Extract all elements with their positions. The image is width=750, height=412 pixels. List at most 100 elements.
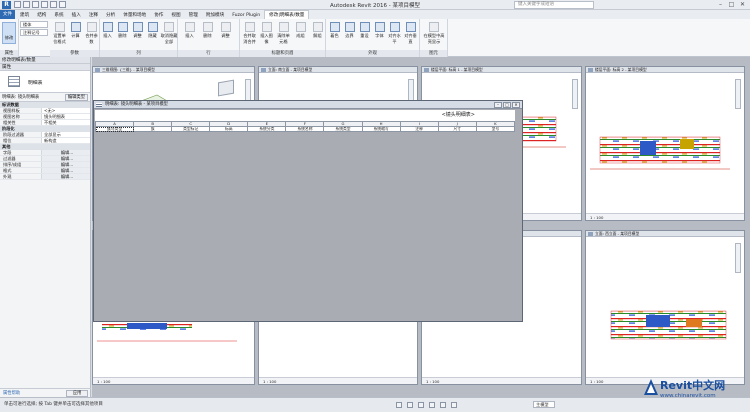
minimize-button[interactable]: – <box>494 102 502 108</box>
button-label: 插入图像 <box>260 33 273 44</box>
shading-button[interactable]: 着色 <box>327 22 342 39</box>
modify-button[interactable]: 修改 <box>2 22 16 44</box>
tab-manage[interactable]: 管理 <box>185 11 202 19</box>
calculate-icon <box>70 22 81 32</box>
view-window-level-2[interactable]: 楼层平面: 标高 2 - 某项目模型 1 : 100 <box>585 66 745 221</box>
combine-parameters-button[interactable]: 合并参数 <box>84 22 99 45</box>
select-underlay-icon[interactable] <box>429 402 435 408</box>
column-header[interactable]: 类型标记 <box>171 126 211 132</box>
borders-button[interactable]: 边界 <box>342 22 357 39</box>
align-vertical-button[interactable]: 对齐垂直 <box>403 22 418 45</box>
tab-collaborate[interactable]: 协作 <box>150 11 167 19</box>
property-edit-button[interactable]: 编辑... <box>42 150 90 155</box>
insert-column-button[interactable]: 插入 <box>100 22 115 39</box>
tab-file[interactable]: 文件 <box>0 10 15 19</box>
hide-column-button[interactable]: 隐藏 <box>145 22 160 39</box>
tab-systems[interactable]: 系统 <box>50 11 67 19</box>
column-header[interactable]: 注释 <box>399 126 439 132</box>
close-button[interactable]: ✕ <box>737 0 748 9</box>
main-model-dropdown[interactable]: 主模型 <box>533 401 555 408</box>
highlight-in-model-button[interactable]: 在模型中高亮显示 <box>423 22 445 45</box>
format-unit-button[interactable]: 设置单位格式 <box>52 22 67 45</box>
schedule-window[interactable]: 明细表: 镜头明细表 - 某项目模型 – □ ✕ <镜头明细表> ABCDEFG… <box>93 100 523 322</box>
family-dropdown[interactable]: 楼体 <box>20 21 48 28</box>
tab-annotate[interactable]: 注释 <box>85 11 102 19</box>
view-scale[interactable]: 1 : 100 <box>259 377 417 384</box>
tab-structure[interactable]: 结构 <box>33 11 50 19</box>
column-header[interactable]: 尺寸 <box>437 126 477 132</box>
tab-analyze[interactable]: 分析 <box>102 11 119 19</box>
select-links-icon[interactable] <box>418 402 424 408</box>
edit-type-button[interactable]: 编辑类型 <box>64 94 88 101</box>
navigation-bar[interactable] <box>572 79 578 109</box>
column-header[interactable]: 族 <box>133 126 173 132</box>
property-value[interactable]: 新构造 <box>42 138 90 143</box>
keynote-dropdown[interactable]: 注释记号 <box>20 29 48 36</box>
merge-icon <box>244 22 255 32</box>
property-edit-button[interactable]: 编辑... <box>42 162 90 167</box>
group-button[interactable]: 成组 <box>293 22 308 39</box>
navigation-bar[interactable] <box>735 243 741 273</box>
column-header[interactable]: 系统类型 <box>323 126 363 132</box>
select-pinned-icon[interactable] <box>440 402 446 408</box>
view-scale[interactable]: 1 : 100 <box>422 377 581 384</box>
property-value[interactable]: <无> <box>42 108 90 113</box>
unhide-all-button[interactable]: 取消隐藏全部 <box>160 22 178 45</box>
group-label: 属性 <box>0 50 18 57</box>
view-scale[interactable]: 1 : 100 <box>586 213 744 220</box>
context-title: 修改明细表/数量 <box>0 57 90 64</box>
filter-icon[interactable] <box>451 402 457 408</box>
apply-button[interactable]: 应用 <box>66 390 88 397</box>
design-option-icon[interactable] <box>407 402 413 408</box>
view-title: 立面: 南立面 - 某项目模型 <box>259 67 417 73</box>
ungroup-button[interactable]: 解组 <box>310 22 325 39</box>
view-window-west-elevation[interactable]: 立面: 西立面 - 某项目模型 1 : 100 <box>585 230 745 385</box>
reset-button[interactable]: 重设 <box>357 22 372 39</box>
insert-image-button[interactable]: 插入图像 <box>259 22 274 45</box>
column-header[interactable]: 系统缩写 <box>361 126 401 132</box>
delete-row-button[interactable]: 删除 <box>200 22 215 39</box>
type-selector[interactable]: 明细表 <box>0 71 90 93</box>
workset-icon[interactable] <box>396 402 402 408</box>
combine-icon <box>86 22 97 32</box>
button-label: 在模型中高亮显示 <box>423 33 445 44</box>
font-button[interactable]: 字体 <box>372 22 387 39</box>
align-horizontal-button[interactable]: 对齐水平 <box>387 22 402 45</box>
instance-selector[interactable]: 明细表: 镜头明细表 编辑类型 <box>0 93 90 102</box>
button-label: 插入 <box>185 33 194 38</box>
minimize-button[interactable]: – <box>715 0 726 9</box>
property-value[interactable]: 不相关 <box>42 120 90 125</box>
schedule-heading[interactable]: <镜头明细表> <box>95 110 515 121</box>
tab-architecture[interactable]: 建筑 <box>16 11 33 19</box>
property-edit-button[interactable]: 编辑... <box>42 156 90 161</box>
maximize-button[interactable]: □ <box>503 102 511 108</box>
column-header[interactable]: 系统名称 <box>285 126 325 132</box>
tab-view[interactable]: 视图 <box>167 11 184 19</box>
column-header[interactable]: 系统分类 <box>247 126 287 132</box>
merge-button[interactable]: 合并取消合并 <box>242 22 257 45</box>
maximize-button[interactable]: □ <box>726 0 737 9</box>
property-edit-button[interactable]: 编辑... <box>42 168 90 173</box>
column-header[interactable]: 型号 <box>475 126 516 132</box>
tab-addins[interactable]: 附加模块 <box>202 11 228 19</box>
view-scale[interactable]: 1 : 100 <box>93 377 254 384</box>
column-header[interactable]: 族与类型 <box>94 126 135 132</box>
tab-fuzor[interactable]: Fuzor Plugin <box>228 12 264 19</box>
delete-column-button[interactable]: 删除 <box>115 22 130 39</box>
property-edit-button[interactable]: 编辑... <box>42 174 90 179</box>
property-value[interactable]: 全部显示 <box>42 132 90 137</box>
property-value[interactable]: 镜头明细表 <box>42 114 90 119</box>
close-button[interactable]: ✕ <box>512 102 520 108</box>
insert-row-button[interactable]: 插入 <box>182 22 197 39</box>
schedule-window-controls: – □ ✕ <box>494 102 520 108</box>
resize-column-button[interactable]: 调整 <box>130 22 145 39</box>
navigation-bar[interactable] <box>735 79 741 109</box>
calculate-button[interactable]: 计算 <box>68 22 83 39</box>
tab-insert[interactable]: 插入 <box>68 11 85 19</box>
resize-row-button[interactable]: 调整 <box>218 22 233 39</box>
tab-modify-schedule[interactable]: 修改|明细表/数量 <box>264 10 310 19</box>
tab-massing[interactable]: 体量和场地 <box>119 11 150 19</box>
clear-cell-button[interactable]: 清除单元格 <box>276 22 291 45</box>
search-input[interactable]: 键入关键字或短语 <box>514 1 594 9</box>
column-header[interactable]: 标高 <box>209 126 249 132</box>
